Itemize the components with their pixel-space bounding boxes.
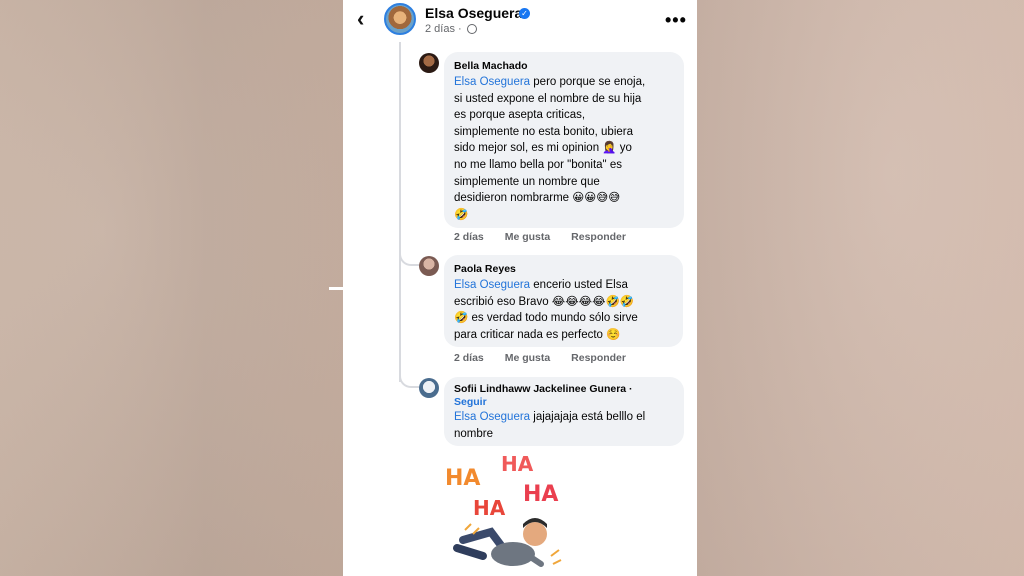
comment-actions: 2 días Me gusta Responder: [454, 231, 644, 243]
comment-author[interactable]: Paola Reyes: [454, 263, 516, 275]
comment-time[interactable]: 2 días: [454, 352, 484, 364]
globe-icon: [467, 24, 477, 34]
screenshot-panel: ‹ Elsa Oseguera ✓ 2 días · ••• Bella Mac…: [343, 0, 697, 576]
back-arrow-icon[interactable]: ‹: [357, 8, 364, 30]
verified-badge-icon: ✓: [519, 8, 530, 19]
background-left: [0, 0, 343, 576]
thread-connector: [399, 372, 419, 388]
avatar[interactable]: [419, 53, 439, 73]
like-button[interactable]: Me gusta: [505, 231, 551, 243]
reply-button[interactable]: Responder: [571, 352, 626, 364]
mention-link[interactable]: Elsa Oseguera: [454, 411, 530, 423]
post-timestamp[interactable]: 2 días ·: [425, 23, 462, 35]
mention-link[interactable]: Elsa Oseguera: [454, 76, 530, 88]
avatar[interactable]: [384, 3, 416, 35]
avatar[interactable]: [419, 378, 439, 398]
comment-bubble: Bella Machado Elsa Oseguera pero porque …: [444, 52, 684, 228]
thread-connector: [399, 250, 419, 266]
comment-text: Elsa Oseguera pero porque se enoja, si u…: [454, 76, 646, 221]
follow-link[interactable]: Seguir: [454, 396, 487, 408]
laughing-sticker: HA HA HA HA: [443, 452, 583, 576]
overlay-dash: [329, 287, 344, 290]
more-dots-icon[interactable]: •••: [665, 10, 687, 31]
thread-line: [399, 42, 401, 382]
background-right: [697, 0, 1024, 576]
comment-time[interactable]: 2 días: [454, 231, 484, 243]
mention-link[interactable]: Elsa Oseguera: [454, 279, 530, 291]
comment-author[interactable]: Bella Machado: [454, 60, 528, 72]
avatar-figure-icon: [453, 518, 562, 567]
post-header: ‹ Elsa Oseguera ✓ 2 días · •••: [343, 0, 697, 42]
avatar[interactable]: [419, 256, 439, 276]
post-author-name[interactable]: Elsa Oseguera: [425, 5, 522, 21]
comment-bubble: Sofii Lindhaww Jackelinee Gunera · Segui…: [444, 377, 684, 446]
reply-button[interactable]: Responder: [571, 231, 626, 243]
comment-author[interactable]: Sofii Lindhaww Jackelinee Gunera ·: [454, 383, 633, 395]
comment-text: Elsa Oseguera encerio usted Elsa escribi…: [454, 279, 638, 341]
like-button[interactable]: Me gusta: [505, 352, 551, 364]
comment-bubble: Paola Reyes Elsa Oseguera encerio usted …: [444, 255, 683, 347]
comment-text: Elsa Oseguera jajajajaja está belllo el …: [454, 411, 646, 440]
comment-actions: 2 días Me gusta Responder: [454, 352, 644, 364]
